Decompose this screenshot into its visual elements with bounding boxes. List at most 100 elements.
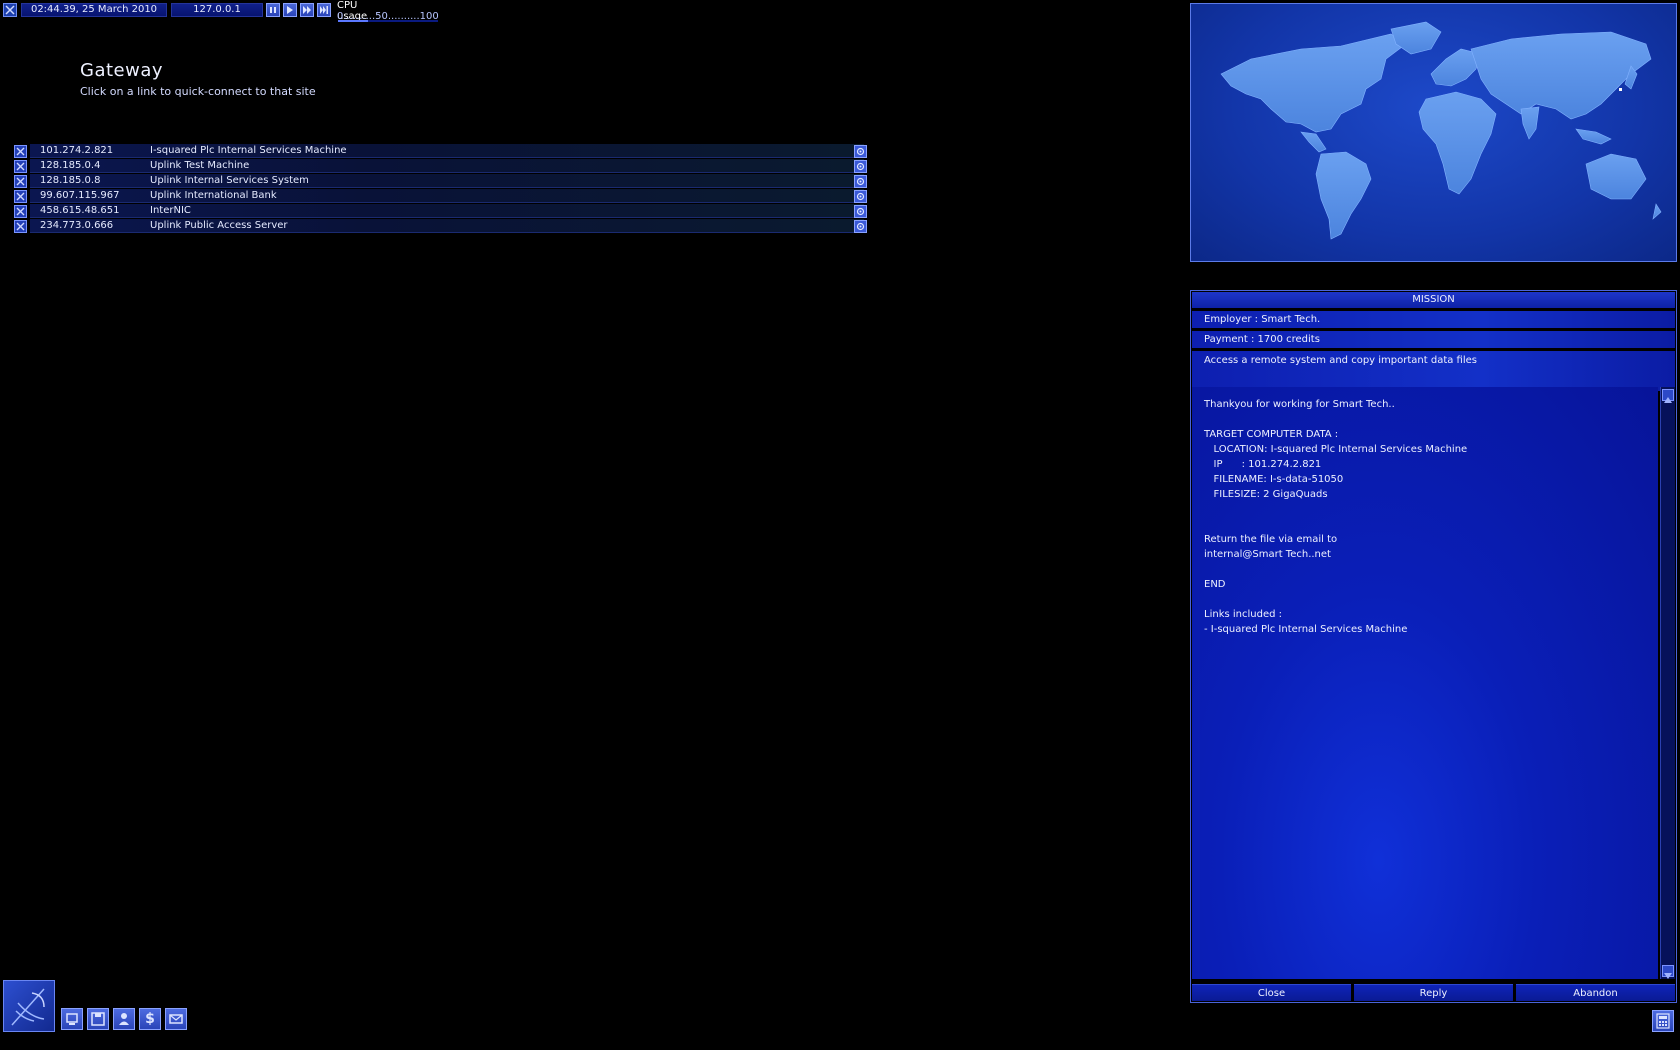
dollar-icon: $: [145, 1011, 155, 1027]
link-row[interactable]: 458.615.48.651 InterNIC: [14, 204, 868, 219]
cpu-usage-bar: [338, 20, 438, 22]
mission-title: MISSION: [1192, 292, 1675, 308]
local-ip-address: 127.0.0.1: [171, 3, 263, 17]
calculator-icon: [1656, 1013, 1670, 1029]
close-icon: [16, 147, 25, 156]
page-subtitle: Click on a link to quick-connect to that…: [80, 85, 316, 98]
location-marker: [1619, 88, 1622, 91]
mission-buttons: Close Reply Abandon: [1192, 984, 1675, 1001]
mission-body-line: Thankyou for working for Smart Tech..: [1204, 399, 1395, 410]
scroll-down-button[interactable]: [1662, 965, 1674, 979]
reply-button[interactable]: Reply: [1354, 984, 1513, 1001]
delete-link-button[interactable]: [14, 145, 27, 158]
link-ip: 99.607.115.967: [40, 190, 120, 201]
africa-landmass: [1418, 91, 1497, 195]
link-ip: 128.185.0.8: [40, 175, 101, 186]
target-icon: [856, 147, 865, 156]
email-button[interactable]: [165, 1008, 187, 1030]
play-button[interactable]: [283, 3, 297, 17]
link-name: I-squared Plc Internal Services Machine: [150, 145, 347, 156]
link-row[interactable]: 101.274.2.821 I-squared Plc Internal Serv…: [14, 144, 868, 159]
mission-body-line: [1204, 562, 1646, 577]
mail-icon: [169, 1014, 183, 1024]
target-icon: [856, 207, 865, 216]
show-on-map-button[interactable]: [854, 145, 867, 158]
mission-body-line: Return the file via email to: [1204, 534, 1338, 545]
show-on-map-button[interactable]: [854, 175, 867, 188]
mission-body-line: LOCATION: I-squared Plc Internal Service…: [1204, 444, 1468, 455]
link-name: Uplink Internal Services System: [150, 175, 309, 186]
scroll-up-button[interactable]: [1662, 389, 1674, 403]
pause-button[interactable]: [266, 3, 280, 17]
north-america-landmass: [1220, 33, 1407, 133]
memory-button[interactable]: [87, 1008, 109, 1030]
show-on-map-button[interactable]: [854, 220, 867, 233]
satellite-dish-icon: [11, 988, 45, 1026]
mission-body-line: - I-squared Plc Internal Services Machin…: [1204, 624, 1408, 635]
exit-button[interactable]: [3, 3, 17, 17]
close-icon: [5, 5, 15, 15]
mission-body-line: [1204, 592, 1646, 607]
southeast-asia-islands: [1575, 128, 1612, 145]
world-map[interactable]: [1190, 3, 1677, 262]
delete-link-button[interactable]: [14, 160, 27, 173]
mission-panel: MISSION Employer : Smart Tech. Payment :…: [1190, 290, 1677, 1003]
arrow-up-icon: [1664, 397, 1672, 403]
close-icon: [16, 192, 25, 201]
link-ip: 234.773.0.666: [40, 220, 114, 231]
delete-link-button[interactable]: [14, 190, 27, 203]
link-row[interactable]: 128.185.0.4 Uplink Test Machine: [14, 159, 868, 174]
close-icon: [16, 222, 25, 231]
show-on-map-button[interactable]: [854, 160, 867, 173]
south-america-landmass: [1315, 151, 1372, 240]
cpu-usage-fill: [338, 20, 368, 22]
link-ip: 458.615.48.651: [40, 205, 120, 216]
mission-body-line: [1204, 502, 1646, 517]
close-icon: [16, 207, 25, 216]
mission-body-line: TARGET COMPUTER DATA :: [1204, 429, 1339, 440]
close-icon: [16, 162, 25, 171]
status-button[interactable]: [113, 1008, 135, 1030]
mission-body-line: END: [1204, 579, 1226, 590]
show-on-map-button[interactable]: [854, 190, 867, 203]
mission-body-line: [1204, 412, 1646, 427]
australia-landmass: [1585, 153, 1647, 200]
pause-icon: [270, 7, 276, 13]
link-name: Uplink Public Access Server: [150, 220, 288, 231]
mission-body-line: internal@Smart Tech..net: [1204, 549, 1331, 560]
fast-forward-button[interactable]: [300, 3, 314, 17]
show-on-map-button[interactable]: [854, 205, 867, 218]
finance-button[interactable]: $: [139, 1008, 161, 1030]
fastest-forward-icon: [320, 6, 328, 14]
mission-scrollbar[interactable]: [1660, 387, 1675, 979]
play-icon: [287, 6, 293, 14]
link-name: Uplink Test Machine: [150, 160, 250, 171]
mission-body: Thankyou for working for Smart Tech.. TAR…: [1192, 387, 1658, 979]
person-icon: [119, 1013, 129, 1025]
page-title: Gateway: [80, 60, 164, 81]
fastest-forward-button[interactable]: [317, 3, 331, 17]
link-row[interactable]: 234.773.0.666 Uplink Public Access Server: [14, 219, 868, 234]
delete-link-button[interactable]: [14, 205, 27, 218]
close-icon: [16, 177, 25, 186]
main-menu-button[interactable]: [3, 980, 55, 1032]
close-mission-button[interactable]: Close: [1192, 984, 1351, 1001]
india-landmass: [1520, 106, 1540, 140]
link-row[interactable]: 99.607.115.967 Uplink International Bank: [14, 189, 868, 204]
fast-forward-icon: [303, 6, 311, 14]
link-row[interactable]: 128.185.0.8 Uplink Internal Services Syst…: [14, 174, 868, 189]
central-america-landmass: [1300, 131, 1327, 153]
delete-link-button[interactable]: [14, 175, 27, 188]
mission-employer: Employer : Smart Tech.: [1192, 311, 1675, 328]
computer-button[interactable]: [61, 1008, 83, 1030]
delete-link-button[interactable]: [14, 220, 27, 233]
asia-landmass: [1470, 31, 1652, 120]
toolbox-button[interactable]: [1652, 1010, 1674, 1032]
link-name: InterNIC: [150, 205, 191, 216]
link-name: Uplink International Bank: [150, 190, 277, 201]
mission-body-line: [1204, 517, 1646, 532]
mission-body-line: Links included :: [1204, 609, 1282, 620]
target-icon: [856, 162, 865, 171]
mission-body-line: FILENAME: I-s-data-51050: [1204, 474, 1344, 485]
abandon-button[interactable]: Abandon: [1516, 984, 1675, 1001]
